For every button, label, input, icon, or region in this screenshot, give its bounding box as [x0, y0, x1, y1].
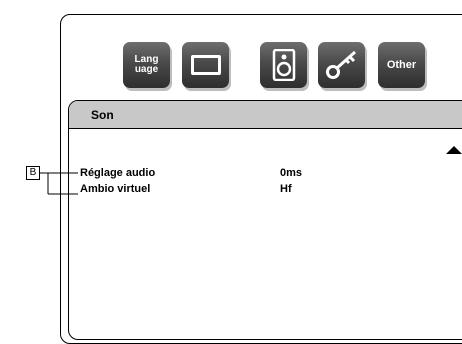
setting-label-audio-delay[interactable]: Réglage audio	[80, 167, 155, 179]
other-tab-label: Other	[386, 59, 417, 71]
audio-tab-button[interactable]	[260, 42, 307, 88]
language-tab-button[interactable]: Lang uage	[123, 42, 170, 88]
scroll-up-arrow-icon[interactable]	[446, 146, 462, 154]
language-tab-label: Lang uage	[134, 54, 159, 75]
panel-title: Son	[91, 108, 114, 122]
other-tab-button[interactable]: Other	[378, 42, 425, 88]
speaker-icon	[272, 49, 295, 81]
display-tab-button[interactable]	[182, 42, 229, 88]
key-icon	[325, 50, 356, 79]
setting-value-audio-delay[interactable]: 0ms	[280, 167, 302, 179]
setting-value-virtual-surround[interactable]: Hf	[280, 183, 292, 195]
panel-header: Son	[69, 101, 462, 129]
tv-icon	[190, 55, 221, 75]
settings-panel: Son	[68, 100, 462, 340]
lock-tab-button[interactable]	[318, 42, 365, 88]
setting-label-virtual-surround[interactable]: Ambio virtuel	[80, 183, 150, 195]
callout-bracket	[40, 172, 78, 195]
